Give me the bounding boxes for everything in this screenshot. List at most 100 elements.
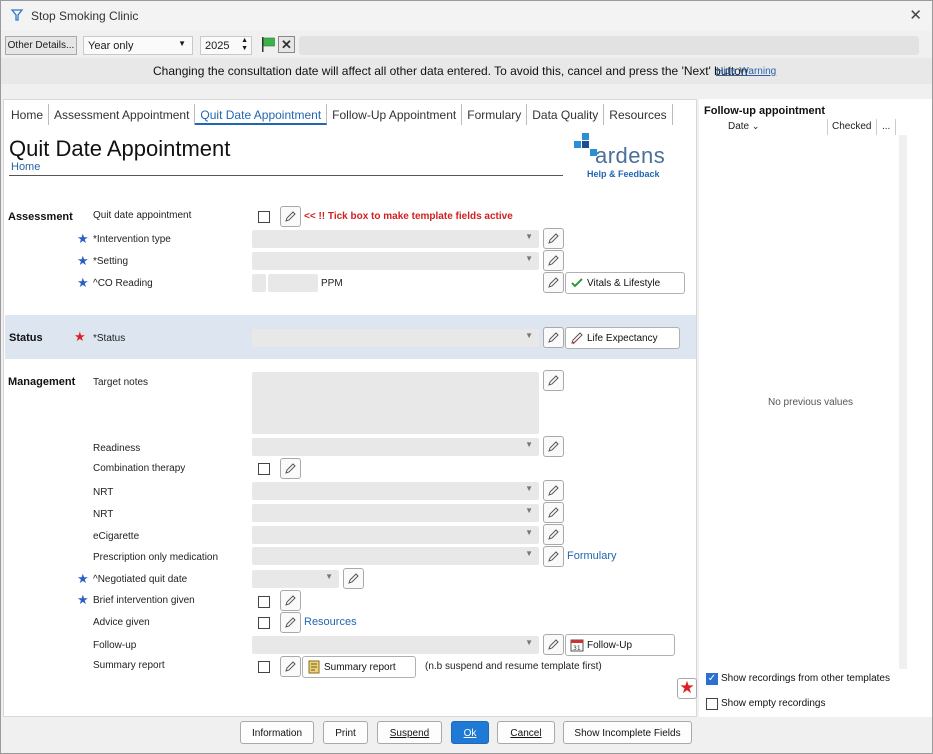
close-icon[interactable]: ✕ <box>909 6 922 24</box>
column-divider[interactable] <box>827 119 828 135</box>
summary-report-button-label: Summary report <box>324 662 396 673</box>
edit-pencil-icon[interactable] <box>280 590 301 611</box>
suspend-button-label: Suspend <box>389 728 430 739</box>
clear-date-icon[interactable]: ✕ <box>278 36 295 53</box>
advice-given-label: Advice given <box>93 617 150 628</box>
history-table-header: Date ⌄ Checked ... <box>703 119 907 135</box>
svg-text:31: 31 <box>573 645 581 652</box>
other-details-button[interactable]: Other Details... <box>5 36 77 55</box>
follow-up-panel-title: Follow-up appointment <box>704 105 825 117</box>
life-expectancy-button[interactable]: Life Expectancy <box>565 327 680 349</box>
ok-button[interactable]: Ok <box>451 721 489 744</box>
page-title: Quit Date Appointment <box>9 136 231 161</box>
period-value: Year only <box>88 40 134 52</box>
column-divider[interactable] <box>876 119 877 135</box>
chevron-down-icon: ▼ <box>525 331 533 340</box>
follow-up-button[interactable]: 31 Follow-Up <box>565 634 675 656</box>
setting-select[interactable]: ▼ <box>252 252 539 270</box>
show-other-templates-label: Show recordings from other templates <box>721 673 890 684</box>
vitals-lifestyle-button[interactable]: Vitals & Lifestyle <box>565 272 685 294</box>
negotiated-quit-date-picker[interactable]: ▼ <box>252 570 339 588</box>
window-title: Stop Smoking Clinic <box>31 9 139 23</box>
information-button[interactable]: Information <box>240 721 314 744</box>
combination-therapy-label: Combination therapy <box>93 463 186 474</box>
edit-pencil-icon[interactable] <box>543 524 564 545</box>
help-feedback-link[interactable]: Help & Feedback <box>587 169 660 179</box>
target-notes-textarea[interactable] <box>252 372 539 434</box>
brief-intervention-label: Brief intervention given <box>93 595 195 606</box>
status-select[interactable]: ▼ <box>252 329 539 347</box>
chevron-down-icon: ▼ <box>178 39 186 48</box>
tab-follow-up-appointment[interactable]: Follow-Up Appointment <box>327 104 463 125</box>
edit-pencil-icon[interactable] <box>543 546 564 567</box>
edit-pencil-icon[interactable] <box>543 436 564 457</box>
tab-data-quality[interactable]: Data Quality <box>527 104 605 125</box>
green-flag-icon[interactable] <box>261 36 276 53</box>
edit-pencil-icon[interactable] <box>280 206 301 227</box>
checkmark-icon <box>571 278 583 288</box>
print-button[interactable]: Print <box>323 721 368 744</box>
nrt-label: NRT <box>93 487 114 498</box>
edit-pencil-icon[interactable] <box>543 272 564 293</box>
spinner-arrows-icon[interactable]: ▲ ▼ <box>241 37 248 53</box>
intervention-type-select[interactable]: ▼ <box>252 230 539 248</box>
pom-label: Prescription only medication <box>93 552 219 563</box>
pom-select[interactable]: ▼ <box>252 547 539 565</box>
checkbox-checked-icon[interactable]: ✓ <box>706 673 718 685</box>
edit-pencil-icon[interactable] <box>280 458 301 479</box>
edit-pencil-icon[interactable] <box>543 327 564 348</box>
edit-pencil-icon[interactable] <box>543 634 564 655</box>
chevron-down-icon: ▼ <box>325 572 333 581</box>
summary-report-button[interactable]: Summary report <box>302 656 416 678</box>
tab-resources[interactable]: Resources <box>604 104 673 125</box>
resources-link[interactable]: Resources <box>304 616 357 628</box>
column-checked[interactable]: Checked <box>832 121 871 132</box>
edit-pencil-icon[interactable] <box>543 480 564 501</box>
column-divider[interactable] <box>895 119 896 135</box>
edit-pencil-icon[interactable] <box>280 612 301 633</box>
checkbox-unchecked-icon[interactable] <box>706 698 718 710</box>
edit-pencil-icon[interactable] <box>543 250 564 271</box>
nrt-select-2[interactable]: ▼ <box>252 504 539 522</box>
follow-up-select[interactable]: ▼ <box>252 636 539 654</box>
ecigarette-select[interactable]: ▼ <box>252 526 539 544</box>
consultation-date-field[interactable] <box>299 36 919 55</box>
home-link[interactable]: Home <box>11 161 40 173</box>
suspend-button[interactable]: Suspend <box>377 721 442 744</box>
target-notes-label: Target notes <box>93 377 149 388</box>
show-incomplete-fields-button[interactable]: Show Incomplete Fields <box>563 721 692 744</box>
edit-pencil-icon[interactable] <box>543 502 564 523</box>
edit-pencil-icon[interactable] <box>543 370 564 391</box>
edit-pencil-icon[interactable] <box>343 568 364 589</box>
cancel-button[interactable]: Cancel <box>497 721 555 744</box>
period-select[interactable]: Year only ▼ <box>83 36 193 55</box>
template-panel: Home Assessment Appointment Quit Date Ap… <box>3 99 697 717</box>
history-scrollbar[interactable] <box>899 135 907 669</box>
tab-formulary[interactable]: Formulary <box>462 104 528 125</box>
brief-intervention-checkbox[interactable] <box>258 596 270 608</box>
column-date[interactable]: Date ⌄ <box>728 121 759 132</box>
chevron-down-icon: ▼ <box>525 638 533 647</box>
formulary-link[interactable]: Formulary <box>567 550 617 562</box>
tab-quit-date-appointment[interactable]: Quit Date Appointment <box>195 104 328 125</box>
quit-date-appointment-checkbox[interactable] <box>258 211 270 223</box>
readiness-select[interactable]: ▼ <box>252 438 539 456</box>
nrt-select-1[interactable]: ▼ <box>252 482 539 500</box>
summary-report-checkbox[interactable] <box>258 661 270 673</box>
hide-warning-link[interactable]: Hide Warning <box>716 66 776 77</box>
summary-report-note: (n.b suspend and resume template first) <box>425 661 602 672</box>
tab-assessment-appointment[interactable]: Assessment Appointment <box>49 104 196 125</box>
follow-up-button-label: Follow-Up <box>587 640 633 651</box>
advice-given-checkbox[interactable] <box>258 617 270 629</box>
follow-up-label: Follow-up <box>93 640 137 651</box>
favourite-star-icon[interactable]: ★ <box>677 678 697 699</box>
co-reading-prefix-input[interactable] <box>252 274 266 292</box>
column-more[interactable]: ... <box>882 121 890 132</box>
edit-pencil-icon[interactable] <box>543 228 564 249</box>
combination-therapy-checkbox[interactable] <box>258 463 270 475</box>
chevron-down-icon: ▼ <box>525 440 533 449</box>
year-spinner[interactable]: 2025 ▲ ▼ <box>200 36 252 55</box>
co-reading-input[interactable] <box>268 274 318 292</box>
edit-pencil-icon[interactable] <box>280 656 301 677</box>
tab-home[interactable]: Home <box>6 104 50 125</box>
